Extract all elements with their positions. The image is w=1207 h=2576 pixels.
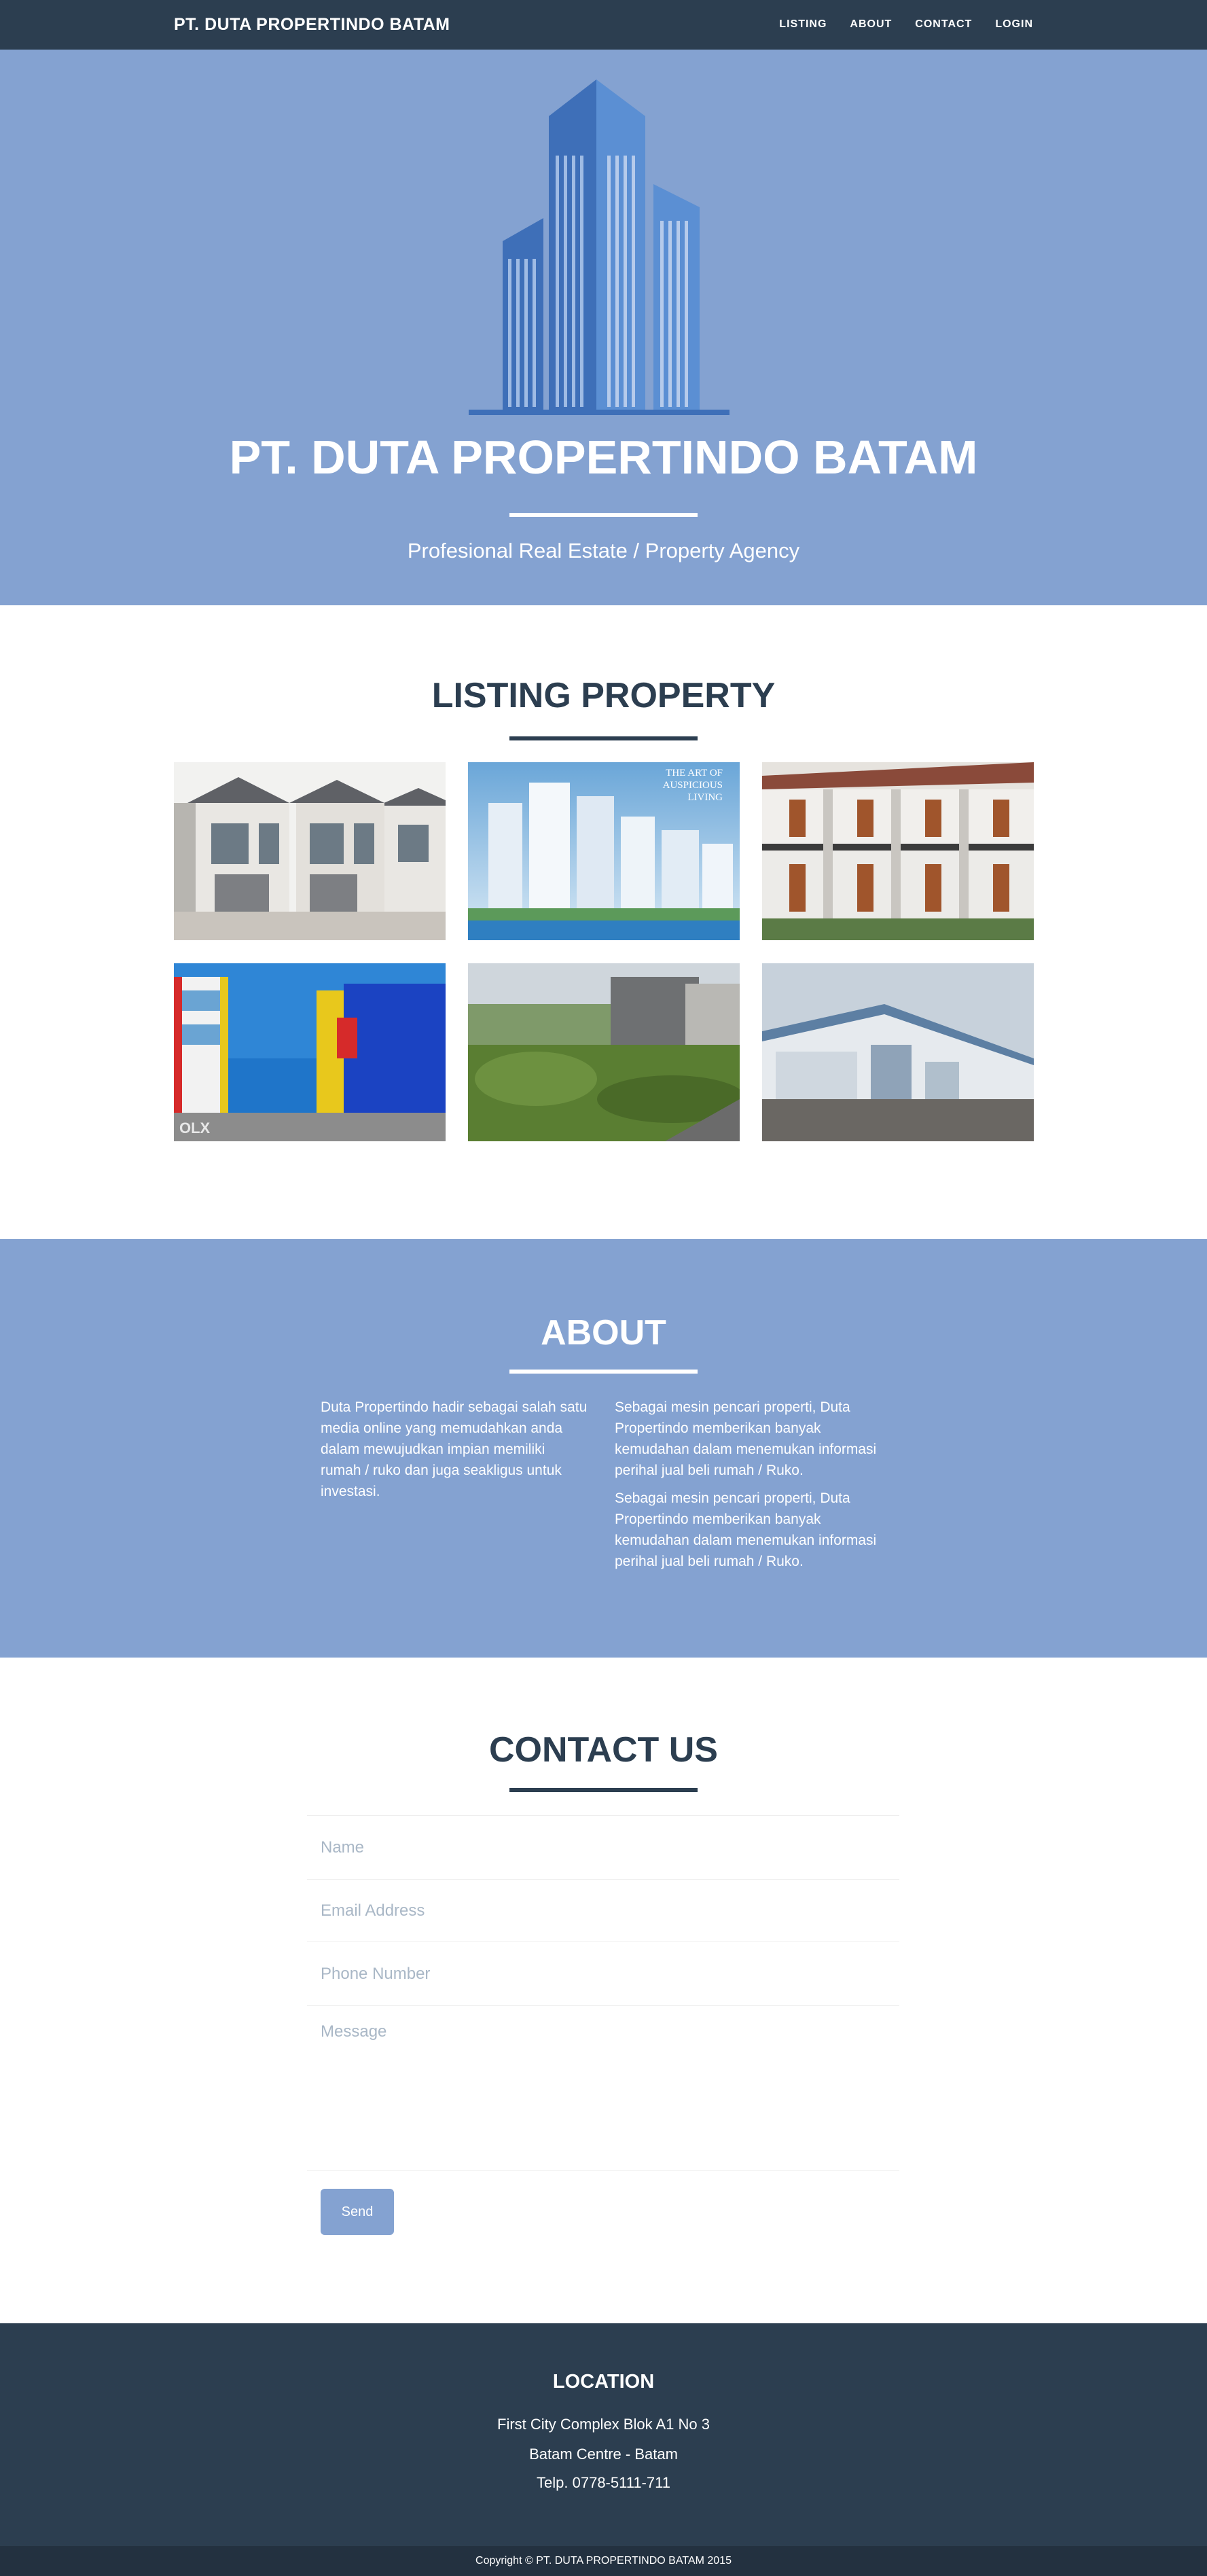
nav-links: LISTING ABOUT CONTACT LOGIN (779, 18, 1033, 31)
row-houses-image (762, 762, 1034, 940)
about-section: ABOUT Duta Propertindo hadir sebagai sal… (0, 1239, 1207, 1658)
land-image (468, 963, 740, 1141)
phone-field (307, 1942, 899, 2005)
apartment-caption-line-3: LIVING (687, 792, 723, 803)
listing-item-ruko[interactable]: OLX (174, 963, 446, 1141)
listing-item-townhouse[interactable] (174, 762, 446, 940)
olx-watermark: OLX (179, 1120, 211, 1137)
about-left-text: Duta Propertindo hadir sebagai salah sat… (321, 1399, 588, 1499)
ruko-image: OLX (174, 963, 446, 1141)
listing-item-apartment[interactable]: THE ART OF AUSPICIOUS LIVING (468, 762, 740, 940)
apartment-caption-line-2: AUSPICIOUS (663, 780, 723, 791)
about-divider (509, 1370, 698, 1374)
footer-location-title: LOCATION (552, 2371, 655, 2393)
footer-phone: Telp. 0778-5111-711 (537, 2474, 670, 2491)
hero-title: PT. DUTA PROPERTINDO BATAM (229, 431, 978, 484)
apartment-image: THE ART OF AUSPICIOUS LIVING (468, 762, 740, 940)
about-left-column: Duta Propertindo hadir sebagai salah sat… (321, 1397, 589, 1509)
navbar: PT. DUTA PROPERTINDO BATAM LISTING ABOUT… (0, 0, 1207, 50)
footer-location: LOCATION First City Complex Blok A1 No 3… (0, 2323, 1207, 2546)
contact-divider (509, 1788, 698, 1792)
email-field (307, 1879, 899, 1942)
message-textarea[interactable] (307, 2006, 899, 2170)
listing-item-land[interactable] (468, 963, 740, 1141)
hero-section: PT. DUTA PROPERTINDO BATAM Profesional R… (0, 50, 1207, 605)
townhouse-image (174, 762, 446, 940)
email-input[interactable] (307, 1880, 899, 1942)
message-field (307, 2005, 899, 2171)
send-button[interactable]: Send (321, 2189, 394, 2235)
listing-item-warehouse[interactable] (762, 963, 1034, 1141)
nav-link-contact[interactable]: CONTACT (915, 18, 972, 31)
listing-title: LISTING PROPERTY (431, 676, 776, 715)
nav-link-about[interactable]: ABOUT (850, 18, 892, 31)
about-right-column: Sebagai mesin pencari properti, Duta Pro… (615, 1397, 883, 1579)
about-right-text-1: Sebagai mesin pencari properti, Duta Pro… (615, 1399, 877, 1478)
brand-link[interactable]: PT. DUTA PROPERTINDO BATAM (174, 15, 450, 35)
about-right-text-2: Sebagai mesin pencari properti, Duta Pro… (615, 1490, 877, 1569)
building-logo-icon (469, 79, 729, 415)
listing-item-row-houses[interactable] (762, 762, 1034, 940)
copyright-bar: Copyright © PT. DUTA PROPERTINDO BATAM 2… (0, 2546, 1207, 2576)
phone-input[interactable] (307, 1942, 899, 2005)
name-field (307, 1815, 899, 1879)
footer-address-line-1: First City Complex Blok A1 No 3 (497, 2416, 710, 2433)
contact-title: CONTACT US (488, 1730, 718, 1770)
name-input[interactable] (307, 1816, 899, 1879)
footer-address-line-2: Batam Centre - Batam (529, 2446, 678, 2463)
hero-divider (509, 513, 698, 517)
about-title: ABOUT (541, 1313, 666, 1353)
hero-subtitle: Profesional Real Estate / Property Agenc… (407, 539, 800, 562)
nav-link-listing[interactable]: LISTING (779, 18, 827, 31)
apartment-caption-line-1: THE ART OF (666, 768, 723, 779)
listing-divider (509, 736, 698, 740)
warehouse-image (762, 963, 1034, 1141)
nav-link-login[interactable]: LOGIN (995, 18, 1033, 31)
